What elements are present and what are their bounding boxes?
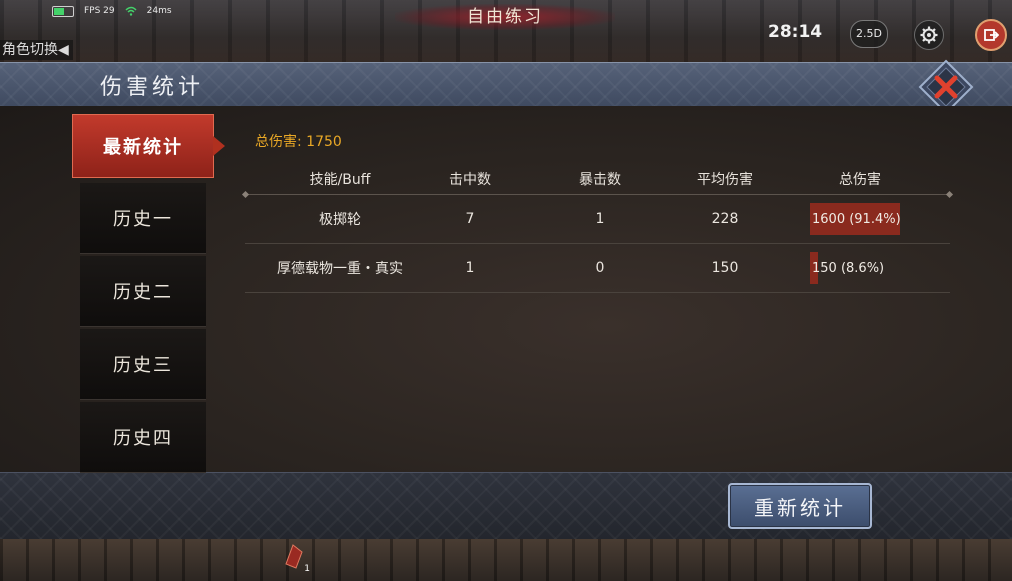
table-row: 极掷轮 7 1 228 1600 (91.4%): [245, 195, 950, 244]
total-damage-cell: 1600 (91.4%): [810, 195, 950, 243]
settings-button[interactable]: [914, 20, 944, 50]
skill-name: 极掷轮: [319, 212, 361, 228]
fps-readout: FPS 29: [84, 6, 115, 16]
skill-name: 厚德载物一重・真实: [277, 261, 403, 277]
damage-table: 技能/Buff 击中数 暴击数 平均伤害 总伤害 极掷轮 7 1 228 160…: [245, 164, 950, 293]
exit-button[interactable]: [975, 19, 1007, 51]
tab-history-2[interactable]: 历史二: [80, 256, 206, 327]
damage-share-bar: 150 (8.6%): [810, 252, 884, 284]
average-damage: 228: [711, 211, 739, 227]
table-header: 技能/Buff 击中数 暴击数 平均伤害 总伤害: [245, 164, 950, 195]
hit-count: 1: [465, 260, 475, 276]
status-bar: FPS 29 24ms: [52, 4, 172, 18]
column-header-hits: 击中数: [449, 172, 491, 188]
reset-stats-button[interactable]: 重新统计: [728, 483, 872, 529]
table-row: 厚德载物一重・真实 1 0 150 150 (8.6%): [245, 244, 950, 293]
column-header-crits: 暴击数: [579, 172, 621, 188]
average-damage: 150: [711, 260, 739, 276]
ping-readout: 24ms: [146, 6, 172, 16]
total-damage-value: 150 (8.6%): [812, 260, 885, 276]
match-timer: 28:14: [768, 22, 823, 42]
view-mode-button[interactable]: 2.5D: [850, 20, 888, 48]
column-header-total: 总伤害: [839, 172, 881, 188]
exit-icon: [984, 29, 999, 41]
total-damage-value: 1600 (91.4%): [812, 211, 901, 227]
skill-count: 1: [304, 564, 310, 574]
wifi-icon: [125, 6, 137, 16]
column-header-avg: 平均伤害: [697, 172, 753, 188]
total-damage: 总伤害: 1750: [255, 134, 342, 150]
tab-history-1[interactable]: 历史一: [80, 183, 206, 254]
panel-title: 伤害统计: [100, 75, 205, 100]
column-header-skill: 技能/Buff: [309, 172, 371, 188]
skill-icon: [285, 544, 303, 569]
total-damage-cell: 150 (8.6%): [810, 244, 950, 292]
battery-icon: [52, 5, 74, 17]
gear-icon: [920, 26, 938, 44]
tab-latest[interactable]: 最新统计: [72, 114, 225, 178]
crit-count: 0: [595, 260, 605, 276]
panel-header: 伤害统计: [0, 62, 1012, 109]
history-tabs: 最新统计 历史一 历史二 历史三 历史四: [72, 110, 225, 473]
tab-history-3[interactable]: 历史三: [80, 329, 206, 400]
crit-count: 1: [595, 211, 605, 227]
role-switch-button[interactable]: 角色切换◀: [0, 40, 73, 60]
damage-share-bar: 1600 (91.4%): [810, 203, 901, 235]
tab-history-4[interactable]: 历史四: [80, 402, 206, 473]
skill-slot[interactable]: 1: [282, 544, 310, 574]
mode-title: 自由练习: [395, 4, 615, 30]
scenery-floor: [0, 538, 1012, 581]
hit-count: 7: [465, 211, 475, 227]
